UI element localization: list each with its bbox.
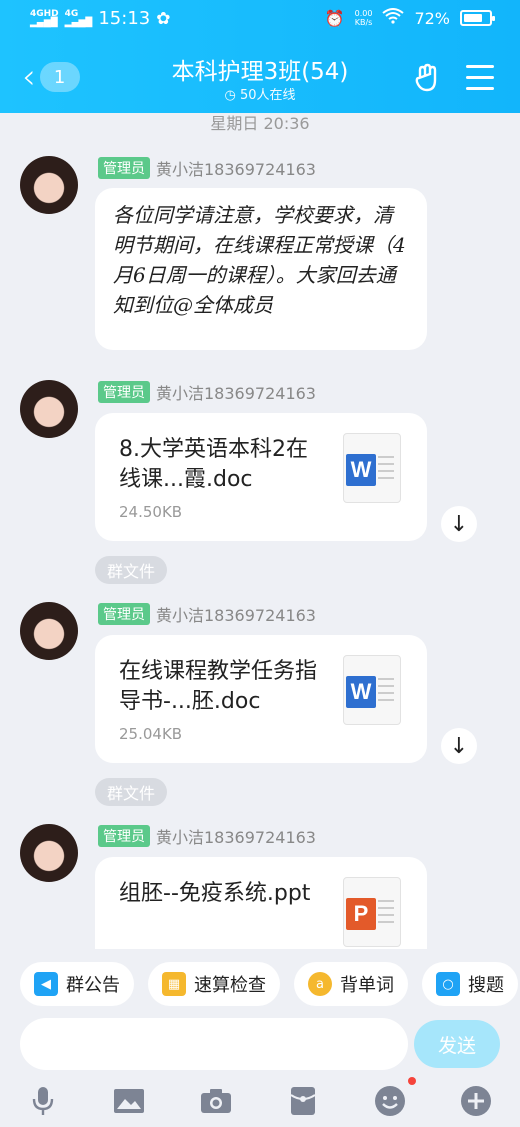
mic-icon[interactable] (26, 1084, 60, 1118)
tool-vocabulary[interactable]: a 背单词 (294, 962, 408, 1006)
message-bubble-text[interactable]: 各位同学请注意，学校要求，清明节期间，在线课程正常授课（4月6日周一的课程）。大… (95, 188, 427, 350)
file-name: 8.大学英语本科2在线课...霞.doc (119, 437, 308, 492)
group-file-tag: 群文件 (95, 556, 167, 584)
file-name: 在线课程教学任务指导书-...胚.doc (119, 659, 318, 714)
download-button[interactable]: ↓ (441, 506, 477, 542)
signal-icon: 4GHD ▂▄▆█ (30, 8, 59, 28)
search-icon: ○ (436, 972, 460, 996)
notification-dot (408, 1077, 416, 1085)
avatar[interactable] (20, 156, 78, 214)
battery-icon (460, 10, 495, 26)
message-timestamp: 星期日 20:36 (210, 114, 310, 133)
message-input[interactable] (20, 1018, 408, 1070)
word-file-icon: W (343, 433, 401, 503)
battery-percent: 72% (414, 8, 450, 28)
chat-header: 4GHD ▂▄▆█ 4G ▂▄▆█ 15:13 ✿ ⏰ 0.00 KB/s 72% ‹… (0, 0, 520, 113)
file-message[interactable]: 组胚--免疫系统.ppt P (95, 857, 427, 949)
back-button[interactable]: ‹ 1 (22, 60, 82, 94)
plus-icon[interactable] (459, 1084, 493, 1118)
file-size: 24.50KB (119, 503, 183, 521)
alarm-icon: ⏰ (324, 8, 345, 28)
menu-icon[interactable] (466, 65, 494, 91)
status-bar: 4GHD ▂▄▆█ 4G ▂▄▆█ 15:13 ✿ ⏰ 0.00 KB/s 72% (0, 8, 520, 32)
file-name: 组胚--免疫系统.ppt (119, 881, 311, 906)
admin-badge: 管理员 (98, 157, 150, 179)
sender-name: 黄小洁18369724163 (156, 606, 316, 625)
admin-badge: 管理员 (98, 381, 150, 403)
calculator-icon: ▦ (162, 972, 186, 996)
file-message[interactable]: 8.大学英语本科2在线课...霞.doc 24.50KB W (95, 413, 427, 541)
sender-name: 黄小洁18369724163 (156, 384, 316, 403)
tool-quick-calc[interactable]: ▦ 速算检查 (148, 962, 280, 1006)
group-apps-icon[interactable] (412, 62, 444, 94)
online-count: ◷ 50人在线 (224, 88, 296, 103)
network-speed: 0.00 KB/s (354, 9, 373, 27)
tool-group-announcement[interactable]: ◀ 群公告 (20, 962, 134, 1006)
sender-line: 管理员 黄小洁18369724163 (98, 602, 316, 626)
chat-title[interactable]: 本科护理3班(54) (130, 52, 390, 86)
image-icon[interactable] (112, 1084, 146, 1118)
abc-icon: a (308, 972, 332, 996)
sender-line: 管理员 黄小洁18369724163 (98, 380, 316, 404)
signal-icon-2: 4G ▂▄▆█ (64, 8, 93, 28)
admin-badge: 管理员 (98, 825, 150, 847)
redpacket-icon[interactable] (286, 1084, 320, 1118)
sender-name: 黄小洁18369724163 (156, 160, 316, 179)
wifi-icon (382, 8, 405, 28)
download-button[interactable]: ↓ (441, 728, 477, 764)
send-button[interactable]: 发送 (414, 1020, 500, 1068)
sender-line: 管理员 黄小洁18369724163 (98, 824, 316, 848)
avatar[interactable] (20, 380, 78, 438)
clock: 15:13 (98, 8, 151, 29)
tool-search-question[interactable]: ○ 搜题 (422, 962, 518, 1006)
word-file-icon: W (343, 655, 401, 725)
quick-tools-bar: ◀ 群公告 ▦ 速算检查 a 背单词 ○ 搜题 (20, 962, 518, 1006)
unread-count: 1 (39, 62, 80, 92)
wechat-icon: ✿ (156, 8, 171, 29)
group-file-tag: 群文件 (95, 778, 167, 806)
avatar[interactable] (20, 824, 78, 882)
sender-name: 黄小洁18369724163 (156, 828, 316, 847)
file-message[interactable]: 在线课程教学任务指导书-...胚.doc 25.04KB W (95, 635, 427, 763)
camera-icon[interactable] (199, 1084, 233, 1118)
avatar[interactable] (20, 602, 78, 660)
megaphone-icon: ◀ (34, 972, 58, 996)
file-size: 25.04KB (119, 725, 183, 743)
chevron-left-icon: ‹ (22, 57, 36, 97)
ppt-file-icon: P (343, 877, 401, 947)
admin-badge: 管理员 (98, 603, 150, 625)
emoji-icon[interactable] (373, 1084, 407, 1118)
input-toolbar (0, 1077, 520, 1127)
sender-line: 管理员 黄小洁18369724163 (98, 156, 316, 180)
